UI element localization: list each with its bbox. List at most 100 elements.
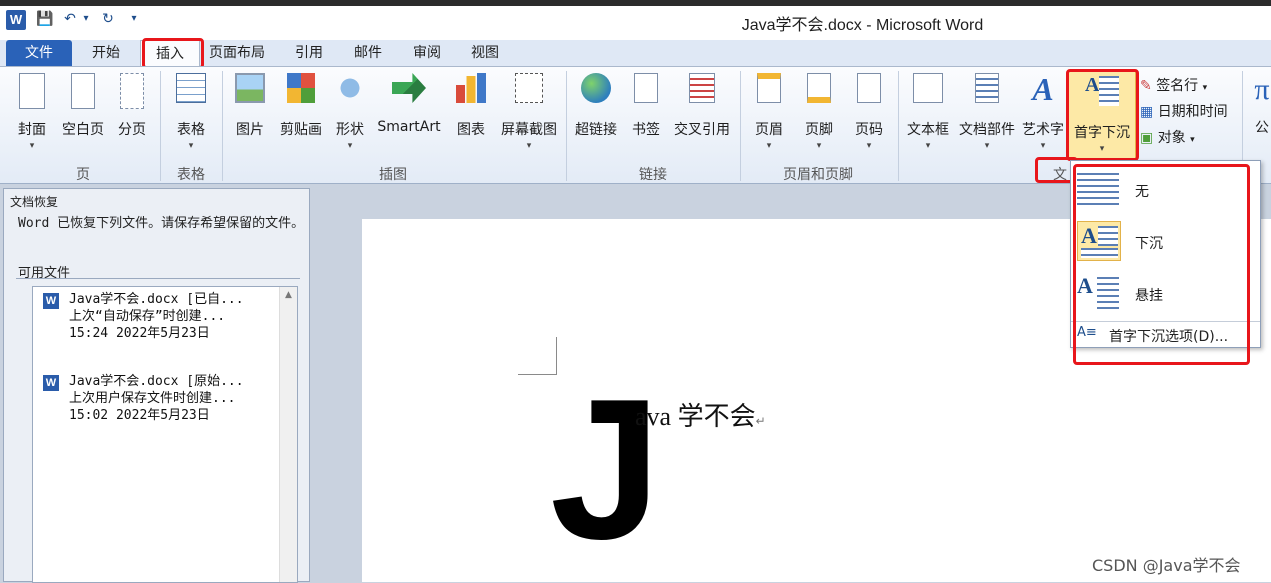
cover-page-button[interactable]: 封面 ▾ (12, 73, 52, 151)
file-name: Java学不会.docx [已自... (69, 292, 244, 307)
table-icon (176, 73, 206, 103)
chevron-down-icon: ▾ (1190, 135, 1195, 145)
object-icon: ▣ (1140, 130, 1154, 146)
text-box-button[interactable]: 文本框 ▾ (904, 73, 952, 151)
group-label-page: 页 (76, 167, 90, 183)
chevron-down-icon: ▾ (866, 141, 872, 151)
group-divider (222, 71, 223, 181)
chevron-down-icon: ▾ (526, 141, 532, 151)
table-button[interactable]: 表格 ▾ (170, 73, 212, 151)
picture-button[interactable]: 图片 (230, 73, 270, 139)
header-button[interactable]: 页眉 ▾ (748, 73, 790, 151)
footer-icon (807, 73, 831, 103)
chevron-down-icon: ▾ (347, 141, 353, 151)
wordart-button[interactable]: A 艺术字 ▾ (1020, 73, 1066, 151)
header-icon (757, 73, 781, 103)
chevron-down-icon: ▾ (816, 141, 822, 151)
hyperlink-label: 超链接 (575, 122, 617, 138)
table-label: 表格 (177, 122, 205, 138)
tab-review[interactable]: 审阅 (402, 40, 452, 66)
object-button[interactable]: ▣ 对象 ▾ (1140, 127, 1195, 147)
page-break-button[interactable]: 分页 (112, 73, 152, 139)
group-divider (566, 71, 567, 181)
pane-description: Word 已恢复下列文件。请保存希望保留的文件。 (18, 216, 305, 231)
header-label: 页眉 (755, 122, 783, 138)
tab-home[interactable]: 开始 (80, 40, 132, 66)
signature-line-button[interactable]: ✎ 签名行 ▾ (1140, 75, 1207, 95)
chevron-up-icon[interactable]: ▲ (280, 290, 297, 300)
quick-parts-button[interactable]: 文档部件 ▾ (956, 73, 1018, 151)
smartart-icon (392, 73, 426, 103)
file-name: Java学不会.docx [原始... (69, 374, 244, 389)
recovered-file-item[interactable]: W Java学不会.docx [已自... 上次“自动保存”时创建... 15:… (33, 287, 279, 367)
chevron-down-icon: ▾ (188, 141, 194, 151)
equation-button-partial[interactable]: π 公 (1252, 73, 1271, 137)
document-recovery-pane: 文档恢复 Word 已恢复下列文件。请保存希望保留的文件。 可用文件 W Jav… (3, 188, 310, 583)
calendar-icon: ▦ (1140, 104, 1154, 120)
file-status: 上次“自动保存”时创建... (69, 309, 226, 324)
chart-button[interactable]: 图表 (452, 73, 490, 139)
camera-icon (515, 73, 543, 103)
tab-file[interactable]: 文件 (6, 40, 72, 66)
screenshot-button[interactable]: 屏幕截图 ▾ (496, 73, 562, 151)
recovered-file-item[interactable]: W Java学不会.docx [原始... 上次用户保存文件时创建... 15:… (33, 369, 279, 449)
tab-page-layout[interactable]: 页面布局 (204, 40, 270, 66)
signature-icon: ✎ (1140, 78, 1152, 94)
text-box-label: 文本框 (907, 122, 949, 138)
cross-reference-icon (689, 73, 715, 103)
highlight-drop-cap-button (1066, 69, 1139, 161)
group-divider (898, 71, 899, 181)
file-list-scrollbar[interactable]: ▲ (279, 287, 297, 582)
cover-page-label: 封面 (18, 122, 46, 138)
recovered-file-list[interactable]: W Java学不会.docx [已自... 上次“自动保存”时创建... 15:… (32, 286, 298, 583)
globe-icon (581, 73, 611, 103)
footer-label: 页脚 (805, 122, 833, 138)
shapes-button[interactable]: 形状 ▾ (332, 73, 368, 151)
pane-title: 文档恢复 (10, 195, 59, 209)
blank-page-button[interactable]: 空白页 (58, 73, 108, 139)
date-time-button[interactable]: ▦ 日期和时间 (1140, 101, 1228, 121)
bookmark-icon (634, 73, 658, 103)
file-status: 上次用户保存文件时创建... (69, 391, 236, 406)
highlight-drop-cap-menu (1073, 164, 1250, 365)
shapes-icon (336, 73, 364, 103)
divider (16, 278, 300, 279)
word-doc-icon: W (43, 375, 59, 391)
watermark: CSDN @Java学不会 (1092, 556, 1241, 575)
document-text-content: ava 学不会 (635, 402, 756, 431)
cover-page-icon (19, 73, 45, 109)
blank-page-icon (71, 73, 95, 109)
chevron-down-icon: ▾ (766, 141, 772, 151)
document-text[interactable]: ava 学不会↵ (635, 396, 766, 433)
group-label-illustrations: 插图 (379, 167, 407, 183)
cross-reference-button[interactable]: 交叉引用 (670, 73, 734, 139)
smartart-button[interactable]: SmartArt (376, 73, 442, 135)
tab-mailings[interactable]: 邮件 (342, 40, 394, 66)
group-divider (740, 71, 741, 181)
file-timestamp: 15:02 2022年5月23日 (69, 408, 210, 423)
page-number-button[interactable]: 页码 ▾ (848, 73, 890, 151)
clip-art-icon (287, 73, 315, 103)
file-timestamp: 15:24 2022年5月23日 (69, 326, 210, 341)
bookmark-label: 书签 (632, 122, 660, 138)
clip-art-button[interactable]: 剪贴画 (276, 73, 326, 139)
group-divider (160, 71, 161, 181)
chevron-down-icon: ▾ (1040, 141, 1046, 151)
chevron-down-icon: ▾ (1202, 83, 1208, 93)
signature-line-label: 签名行 (1156, 78, 1199, 94)
footer-button[interactable]: 页脚 ▾ (798, 73, 840, 151)
paragraph-mark: ↵ (755, 414, 766, 428)
page-break-icon (120, 73, 144, 109)
chart-label: 图表 (457, 122, 485, 138)
tab-references[interactable]: 引用 (284, 40, 334, 66)
wordart-label: 艺术字 (1022, 122, 1064, 138)
group-label-links: 链接 (639, 167, 667, 183)
hyperlink-button[interactable]: 超链接 (572, 73, 620, 139)
wordart-icon: A (1032, 71, 1054, 107)
picture-label: 图片 (236, 122, 264, 138)
tab-view[interactable]: 视图 (460, 40, 510, 66)
chart-icon (456, 73, 486, 103)
chevron-down-icon: ▾ (984, 141, 990, 151)
group-label-table: 表格 (177, 167, 205, 183)
bookmark-button[interactable]: 书签 (628, 73, 664, 139)
